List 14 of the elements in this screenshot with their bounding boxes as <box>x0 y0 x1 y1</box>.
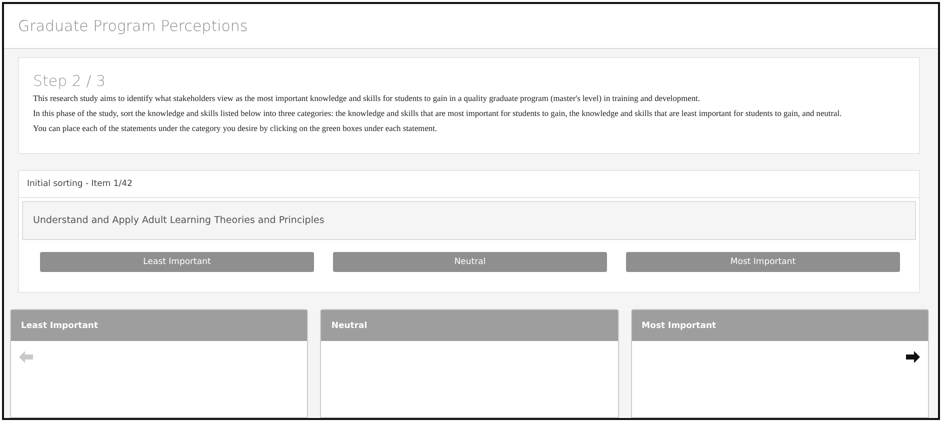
category-button[interactable]: Most Important <box>626 252 900 272</box>
instruction-paragraph: You can place each of the statements under the category you desire by clicking on the green boxes under each statement. <box>33 124 438 134</box>
category-button[interactable]: Neutral <box>333 252 607 272</box>
panel-header: Most Important <box>632 310 928 342</box>
instruction-paragraph: This research study aims to identify what stakeholders view as the most important knowledge and skills for students to gain in a quality graduate program (master's level) in training and development. <box>33 94 701 104</box>
sorting-header: Initial sorting - Item 1/42 <box>19 171 919 198</box>
panel-header: Least Important <box>11 310 308 342</box>
right-arrow-icon[interactable] <box>906 351 920 364</box>
statement-text: Understand and Apply Adult Learning Theories and Principles <box>22 201 916 240</box>
instruction-paragraph: In this phase of the study, sort the knowledge and skills listed below into three categories: the knowledge and skills that are most important for students to gain, the knowledge and skills that are least important for students to gain, and neutral. <box>33 109 843 120</box>
category-button[interactable]: Least Important <box>40 252 314 272</box>
app-title: Graduate Program Perceptions <box>18 17 248 35</box>
panel-header: Neutral <box>321 310 618 342</box>
step-title: Step 2 / 3 <box>33 72 107 90</box>
